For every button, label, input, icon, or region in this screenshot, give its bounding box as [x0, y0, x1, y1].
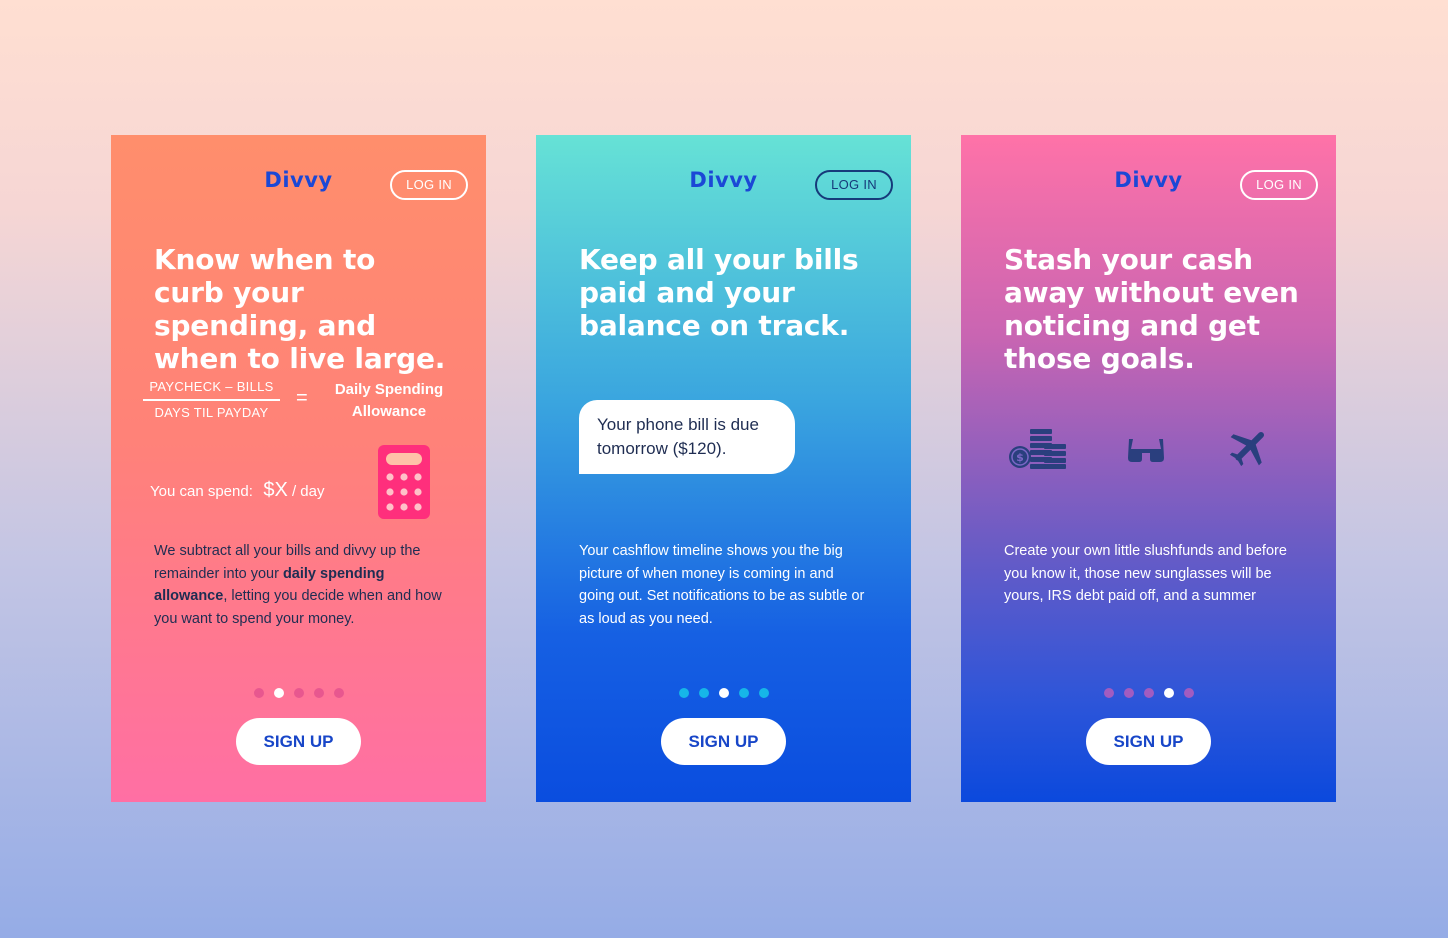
page-dot-5[interactable]	[333, 688, 344, 698]
page-dot-3[interactable]	[293, 688, 304, 698]
spend-label: You can spend:	[150, 483, 253, 500]
spend-readout: You can spend: $X / day	[150, 479, 324, 502]
goal-icons: $	[961, 427, 1336, 477]
page-dot-2[interactable]	[273, 688, 284, 698]
onboarding-card-bills: Divvy LOG IN Keep all your bills paid an…	[536, 135, 911, 802]
page-dot-3[interactable]	[718, 688, 729, 698]
page-dot-4[interactable]	[313, 688, 324, 698]
spend-amount: $X	[263, 479, 288, 501]
sunglasses-icon	[1128, 439, 1164, 462]
page-dot-2[interactable]	[1123, 688, 1134, 698]
onboarding-card-savings: Divvy LOG IN Stash your cash away withou…	[961, 135, 1336, 802]
page-dot-1[interactable]	[678, 688, 689, 698]
page-dot-5[interactable]	[758, 688, 769, 698]
spend-unit: / day	[287, 483, 325, 500]
pagination-dots	[961, 688, 1336, 698]
signup-button[interactable]: SIGN UP	[1086, 718, 1211, 765]
page-dot-2[interactable]	[698, 688, 709, 698]
card-headline: Know when to curb your spending, and whe…	[154, 243, 446, 375]
card-headline: Stash your cash away without even notici…	[1004, 243, 1299, 375]
card-description: Create your own little slushfunds and be…	[1004, 543, 1287, 604]
airplane-icon	[1229, 431, 1265, 467]
notification-bubble: Your phone bill is due tomorrow ($120).	[579, 400, 795, 474]
calculator-icon	[378, 445, 430, 519]
login-button[interactable]: LOG IN	[1240, 170, 1318, 200]
coins-icon: $	[1009, 429, 1066, 469]
signup-button[interactable]: SIGN UP	[661, 718, 786, 765]
card-description: We subtract all your bills and divvy up …	[154, 540, 444, 630]
login-button[interactable]: LOG IN	[390, 170, 468, 200]
svg-text:$: $	[1016, 451, 1024, 464]
onboarding-card-spending: Divvy LOG IN Know when to curb your spen…	[111, 135, 486, 802]
equals-sign: =	[296, 387, 308, 409]
formula-result: Daily Spending Allowance	[334, 381, 444, 420]
card-description: Your cashflow timeline shows you the big…	[579, 543, 865, 627]
formula-numerator: PAYCHECK – BILLS	[149, 379, 274, 394]
page-dot-5[interactable]	[1183, 688, 1194, 698]
fraction-divider	[143, 399, 280, 401]
pagination-dots	[111, 688, 486, 698]
page-dot-4[interactable]	[1163, 688, 1174, 698]
card-headline: Keep all your bills paid and your balanc…	[579, 243, 859, 342]
formula-denominator: DAYS TIL PAYDAY	[154, 405, 269, 420]
page-dot-4[interactable]	[738, 688, 749, 698]
page-dot-1[interactable]	[253, 688, 264, 698]
page-dot-3[interactable]	[1143, 688, 1154, 698]
login-button[interactable]: LOG IN	[815, 170, 893, 200]
page-dot-1[interactable]	[1103, 688, 1114, 698]
pagination-dots	[536, 688, 911, 698]
signup-button[interactable]: SIGN UP	[236, 718, 361, 765]
